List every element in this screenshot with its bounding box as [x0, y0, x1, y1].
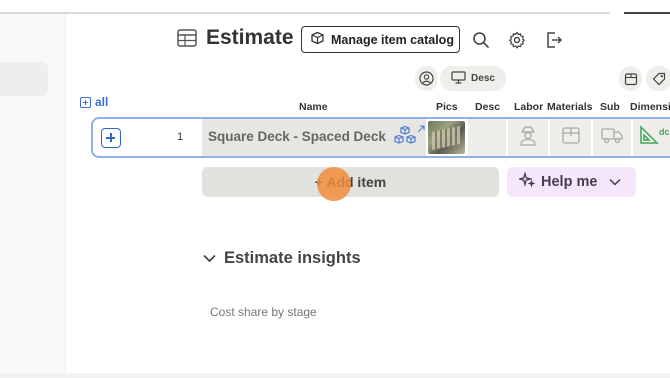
column-header-dimension[interactable]: Dimension: [630, 101, 670, 113]
gear-icon[interactable]: [507, 30, 527, 50]
manage-item-catalog-button[interactable]: Manage item catalog: [301, 26, 460, 53]
search-icon[interactable]: [471, 30, 491, 50]
table-row[interactable]: 1 Square Deck - Spaced Deck dc: [91, 117, 670, 158]
chevron-down-icon: [203, 249, 216, 268]
expand-all-icon: [80, 96, 91, 108]
bottom-bar: [0, 373, 670, 378]
open-link-icon[interactable]: [417, 120, 425, 138]
column-header-labor[interactable]: Labor: [514, 101, 543, 113]
sparkle-icon: [517, 171, 536, 192]
dimension-label: dc: [659, 126, 670, 137]
top-divider-dark: [624, 12, 670, 14]
sub-cell[interactable]: [592, 119, 631, 156]
desc-cell[interactable]: [467, 119, 506, 156]
estimate-insights-toggle[interactable]: Estimate insights: [203, 249, 361, 268]
column-header-materials[interactable]: Materials: [547, 101, 593, 113]
cost-share-label: Cost share by stage: [210, 305, 317, 319]
cubes-icon[interactable]: [393, 125, 417, 153]
labor-cell[interactable]: [507, 119, 548, 156]
labor-toggle-icon[interactable]: [415, 66, 438, 91]
export-icon[interactable]: [543, 29, 565, 51]
add-subitem-button[interactable]: [101, 128, 121, 148]
column-header-pics[interactable]: Pics: [436, 101, 458, 113]
estimate-insights-title: Estimate insights: [224, 249, 361, 267]
row-number: 1: [177, 131, 184, 143]
table-icon: [176, 28, 198, 48]
worker-icon: [518, 124, 538, 151]
desc-toggle[interactable]: Desc: [440, 66, 506, 91]
column-header-desc[interactable]: Desc: [475, 101, 500, 113]
truck-icon: [601, 126, 623, 149]
monitor-icon: [451, 70, 466, 87]
desc-toggle-label: Desc: [471, 73, 495, 84]
tag-icon[interactable]: [646, 66, 670, 91]
click-cursor-indicator: [317, 167, 351, 201]
box-icon: [561, 125, 581, 150]
expand-all-label: all: [95, 95, 109, 109]
dimension-cell[interactable]: dc: [632, 119, 670, 156]
help-me-label: Help me: [541, 174, 598, 190]
help-me-button[interactable]: Help me: [507, 167, 636, 197]
store-icon[interactable]: [619, 66, 642, 91]
manage-item-catalog-label: Manage item catalog: [331, 32, 454, 47]
item-name-cell[interactable]: Square Deck - Spaced Deck: [202, 119, 426, 156]
column-header-sub[interactable]: Sub: [600, 101, 620, 113]
ruler-triangle-icon: [639, 125, 659, 150]
chevron-down-icon: [609, 174, 621, 190]
sidebar-item-active[interactable]: [0, 62, 48, 96]
page-title: Estimate: [206, 26, 294, 49]
item-name: Square Deck - Spaced Deck: [208, 129, 386, 144]
column-header-name[interactable]: Name: [299, 101, 328, 113]
box-icon: [310, 31, 325, 48]
materials-cell[interactable]: [549, 119, 591, 156]
sidebar: [0, 14, 66, 374]
top-divider: [0, 12, 610, 14]
item-photo[interactable]: [428, 121, 465, 154]
expand-all-toggle[interactable]: all: [80, 95, 108, 109]
